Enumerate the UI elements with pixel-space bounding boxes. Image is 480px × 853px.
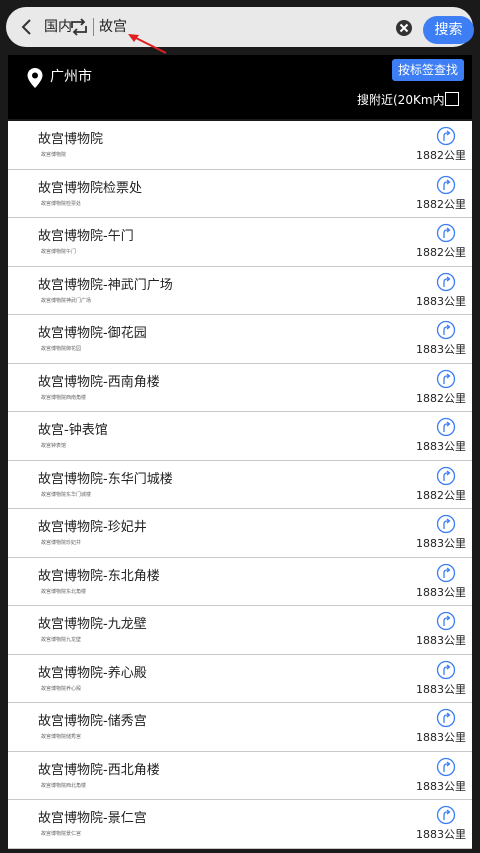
navigate-icon[interactable] <box>436 320 456 340</box>
search-bar: 国内 故宫 搜索 <box>6 7 474 54</box>
search-button[interactable]: 搜索 <box>423 16 474 44</box>
result-address: 故宫博物院养心殿 <box>41 685 82 692</box>
navigate-icon[interactable] <box>436 272 456 292</box>
result-name: 故宫博物院-九龙壁 <box>38 617 147 632</box>
result-name: 故宫-钟表馆 <box>38 423 108 438</box>
list-item[interactable]: 故宫-钟表馆故宫钟表馆 1883公里 <box>8 412 472 461</box>
list-item[interactable]: 故宫博物院-养心殿故宫博物院养心殿 1883公里 <box>8 654 472 703</box>
result-distance: 1883公里 <box>416 731 466 744</box>
result-address: 故宫博物院珍妃井 <box>41 540 82 546</box>
result-address: 故宫博物院 <box>41 152 67 158</box>
list-item[interactable]: 故宫博物院-储秀宫故宫博物院储秀宫 1883公里 <box>8 703 472 752</box>
result-address: 故宫博物院御花园 <box>41 346 82 352</box>
result-distance: 1883公里 <box>416 585 466 599</box>
result-list: 故宫博物院 故宫博物院 1882公里 故宫博物院检票处 故宫博物院检票处 1882公里 故宫… <box>8 121 472 849</box>
result-name: 故宫博物院-西北角楼 <box>38 762 160 778</box>
list-item[interactable]: 故宫博物院检票处 故宫博物院检票处 1882公里 <box>8 169 472 218</box>
list-item[interactable]: 故宫博物院-东北角楼故宫博物院东北角楼 1883公里 <box>8 557 472 606</box>
result-name: 故宫博物院-午门 <box>38 229 134 244</box>
list-item[interactable]: 故宫博物院-东华门城楼故宫博物院东华门城楼 1882公里 <box>8 460 472 509</box>
nearby-checkbox[interactable] <box>445 92 459 106</box>
result-distance: 1883公里 <box>416 828 466 841</box>
search-input[interactable]: 故宫 <box>99 17 127 37</box>
list-item[interactable]: 故宫博物院-午门故宫博物院午门 1882公里 <box>8 218 472 267</box>
location-pin-icon <box>26 67 44 89</box>
result-distance: 1882公里 <box>416 197 466 211</box>
list-item[interactable]: 故宫博物院-景仁宫故宫博物院景仁宫 1883公里 <box>8 800 472 849</box>
navigate-icon[interactable] <box>436 223 456 243</box>
result-name: 故宫博物院-养心殿 <box>38 665 147 681</box>
back-icon[interactable] <box>18 16 38 38</box>
annotation-arrow-icon <box>124 31 170 57</box>
clear-icon[interactable] <box>394 18 414 38</box>
list-item[interactable]: 故宫博物院-九龙壁故宫博物院九龙壁 1883公里 <box>8 606 472 655</box>
result-name: 故宫博物院-西南角楼 <box>38 374 160 390</box>
result-distance: 1883公里 <box>416 634 466 647</box>
navigate-icon[interactable] <box>436 611 456 631</box>
result-address: 故宫博物院检票处 <box>41 200 82 207</box>
navigate-icon[interactable] <box>436 708 456 728</box>
result-address: 故宫博物院神武门广场 <box>41 297 92 304</box>
result-distance: 1883公里 <box>416 682 466 696</box>
top-bar: 国内 故宫 搜索 <box>0 0 480 54</box>
result-address: 故宫博物院九龙壁 <box>41 637 82 643</box>
result-name: 故宫博物院检票处 <box>38 180 143 196</box>
navigate-icon[interactable] <box>436 126 456 146</box>
result-address: 故宫博物院午门 <box>41 249 77 255</box>
result-distance: 1882公里 <box>416 488 466 502</box>
divider <box>93 18 94 36</box>
list-item[interactable]: 故宫博物院-神武门广场故宫博物院神武门广场 1883公里 <box>8 266 472 315</box>
result-distance: 1883公里 <box>416 440 466 453</box>
result-name: 故宫博物院-储秀宫 <box>38 714 147 729</box>
navigate-icon[interactable] <box>436 417 456 437</box>
result-address: 故宫博物院景仁宫 <box>41 831 82 837</box>
result-name: 故宫博物院-景仁宫 <box>38 811 147 826</box>
result-address: 故宫钟表馆 <box>41 443 67 449</box>
result-address: 故宫博物院东华门城楼 <box>41 491 92 498</box>
list-item[interactable]: 故宫博物院-西南角楼故宫博物院西南角楼 1882公里 <box>8 363 472 412</box>
result-distance: 1883公里 <box>416 343 466 356</box>
tag-search-button[interactable]: 按标签查找 <box>392 59 464 81</box>
navigate-icon[interactable] <box>436 175 456 195</box>
result-distance: 1883公里 <box>416 537 466 550</box>
navigate-icon[interactable] <box>436 660 456 680</box>
swap-icon[interactable] <box>69 16 89 38</box>
result-name: 故宫博物院 <box>38 132 104 147</box>
list-item[interactable]: 故宫博物院 故宫博物院 1882公里 <box>8 121 472 170</box>
result-address: 故宫博物院储秀宫 <box>41 734 82 740</box>
navigate-icon[interactable] <box>436 563 456 583</box>
result-name: 故宫博物院-东华门城楼 <box>38 471 173 487</box>
location-panel: 广州市 按标签查找 搜附近(20Km内) <box>8 55 472 119</box>
region-selector[interactable]: 国内 <box>44 17 72 37</box>
list-item[interactable]: 故宫博物院-西北角楼故宫博物院西北角楼 1883公里 <box>8 751 472 800</box>
navigate-icon[interactable] <box>436 757 456 777</box>
result-address: 故宫博物院西北角楼 <box>41 782 87 789</box>
result-distance: 1882公里 <box>416 149 466 162</box>
nearby-label: 搜附近(20Km内) <box>357 93 450 107</box>
result-name: 故宫博物院-东北角楼 <box>38 568 160 584</box>
result-address: 故宫博物院东北角楼 <box>41 588 87 595</box>
result-distance: 1883公里 <box>416 779 466 793</box>
navigate-icon[interactable] <box>436 805 456 825</box>
result-address: 故宫博物院西南角楼 <box>41 394 87 401</box>
navigate-icon[interactable] <box>436 466 456 486</box>
result-name: 故宫博物院-珍妃井 <box>38 520 147 535</box>
result-name: 故宫博物院-御花园 <box>38 326 147 341</box>
result-name: 故宫博物院-神武门广场 <box>38 277 173 293</box>
navigate-icon[interactable] <box>436 369 456 389</box>
list-item[interactable]: 故宫博物院-珍妃井故宫博物院珍妃井 1883公里 <box>8 509 472 558</box>
result-distance: 1883公里 <box>416 294 466 308</box>
result-distance: 1882公里 <box>416 246 466 259</box>
result-distance: 1882公里 <box>416 391 466 405</box>
list-item[interactable]: 故宫博物院-御花园故宫博物院御花园 1883公里 <box>8 315 472 364</box>
current-city[interactable]: 广州市 <box>50 67 92 87</box>
navigate-icon[interactable] <box>436 514 456 534</box>
